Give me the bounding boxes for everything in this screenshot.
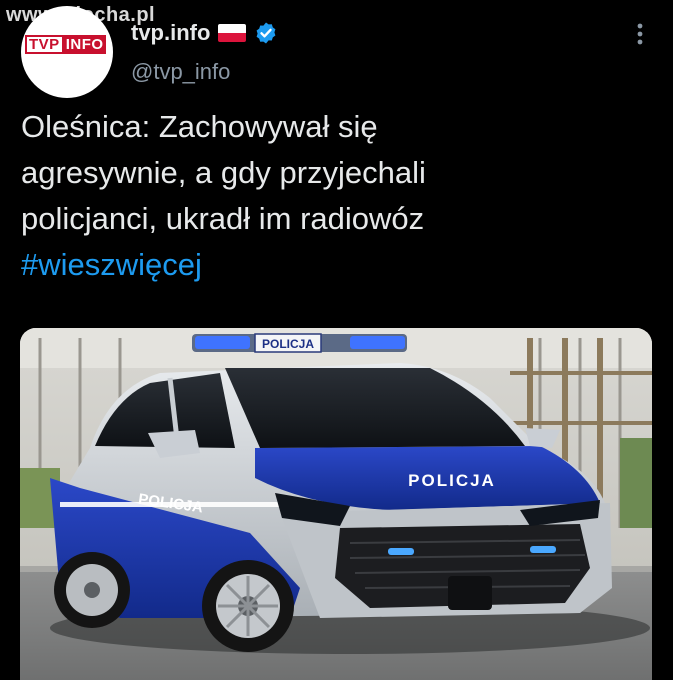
tweet-text-line: Oleśnica: Zachowywał się [21, 109, 378, 144]
tweet-media-photo[interactable]: POLICJA POLICJA POLICJA [20, 328, 652, 680]
police-car-photo: POLICJA POLICJA POLICJA [20, 328, 652, 680]
tvp-info-logo: TVP INFO [25, 34, 106, 54]
tweet-text-line: agresywnie, a gdy przyjechali [21, 155, 426, 190]
logo-tvp-text: TVP [25, 34, 64, 54]
poland-flag-icon [218, 24, 247, 42]
tweet[interactable]: www.wiocha.pl TVP INFO tvp.info @tvp_inf… [0, 0, 673, 680]
more-options-icon[interactable] [630, 20, 650, 48]
logo-info-text: INFO [63, 34, 106, 54]
handle[interactable]: @tvp_info [131, 59, 230, 85]
hashtag-link[interactable]: #wieszwięcej [21, 242, 641, 288]
tweet-text: Oleśnica: Zachowywał się agresywnie, a g… [21, 104, 641, 288]
verified-badge-icon [257, 22, 276, 44]
roof-sign-text: POLICJA [262, 337, 314, 351]
hood-text: POLICJA [408, 471, 496, 490]
tweet-text-line: policjanci, ukradł im radiowóz [21, 201, 425, 236]
watermark: www.wiocha.pl [6, 4, 156, 26]
